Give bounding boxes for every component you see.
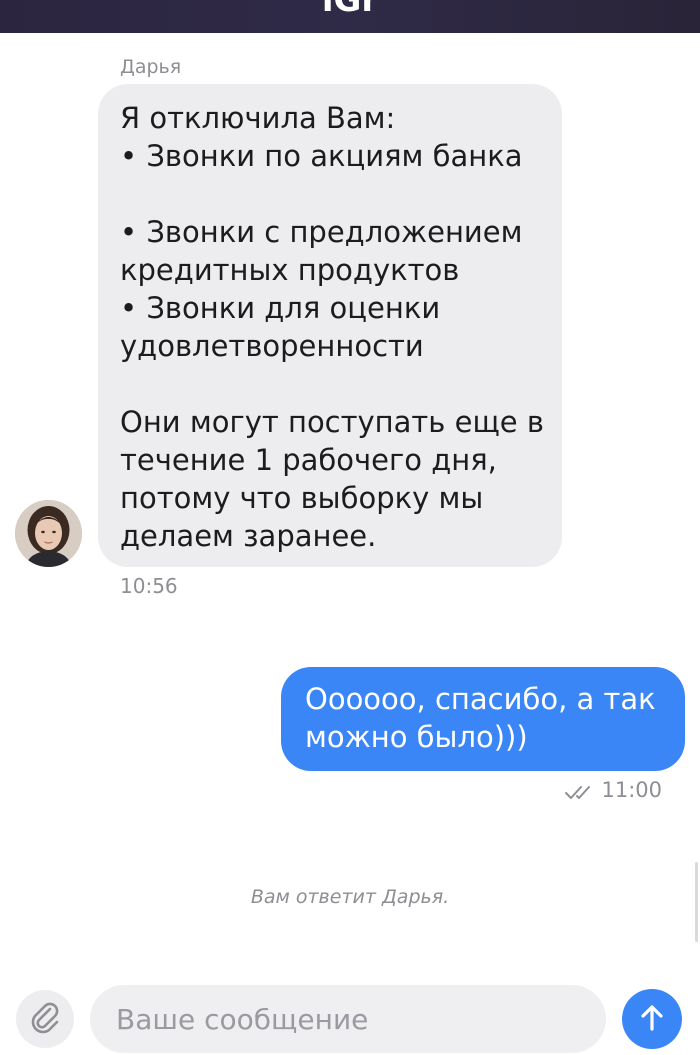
message-line: можно было))) bbox=[305, 720, 528, 754]
person-avatar-icon[interactable] bbox=[15, 500, 82, 567]
incoming-message-time: 10:56 bbox=[120, 574, 178, 598]
outgoing-message-status: 11:00 bbox=[565, 776, 662, 804]
arrow-up-icon bbox=[637, 1003, 667, 1036]
message-line: потому что выборку мы bbox=[120, 481, 484, 515]
header-bar: iGr bbox=[0, 0, 700, 33]
message-line: кредитных продуктов bbox=[120, 253, 460, 287]
message-line: Оооооо, спасибо, а так bbox=[305, 682, 656, 716]
outgoing-message-time: 11:00 bbox=[601, 778, 662, 802]
send-button[interactable] bbox=[622, 989, 682, 1049]
sender-name: Дарья bbox=[120, 56, 182, 78]
double-check-icon bbox=[565, 782, 595, 799]
header-title: iGr bbox=[321, 0, 379, 20]
message-line: • Звонки для оценки bbox=[120, 291, 441, 325]
message-line: делаем заранее. bbox=[120, 519, 377, 553]
message-line: удовлетворенности bbox=[120, 329, 424, 363]
message-line: течение 1 рабочего дня, bbox=[120, 443, 497, 477]
outgoing-message-bubble[interactable]: Оооооо, спасибо, а так можно было))) bbox=[281, 667, 685, 771]
paperclip-icon bbox=[28, 1000, 62, 1038]
message-line: Они могут поступать еще в bbox=[120, 405, 544, 439]
message-line: • Звонки с предложением bbox=[120, 215, 523, 249]
message-line: • Звонки по акциям банка bbox=[120, 139, 523, 173]
message-input[interactable] bbox=[90, 985, 606, 1053]
attach-button[interactable] bbox=[16, 990, 74, 1048]
incoming-message-bubble[interactable]: Я отключила Вам: • Звонки по акциям банк… bbox=[98, 84, 562, 567]
system-note: Вам ответит Дарья. bbox=[250, 886, 450, 908]
message-input-wrapper bbox=[90, 985, 606, 1053]
message-line: Я отключила Вам: bbox=[120, 101, 396, 135]
